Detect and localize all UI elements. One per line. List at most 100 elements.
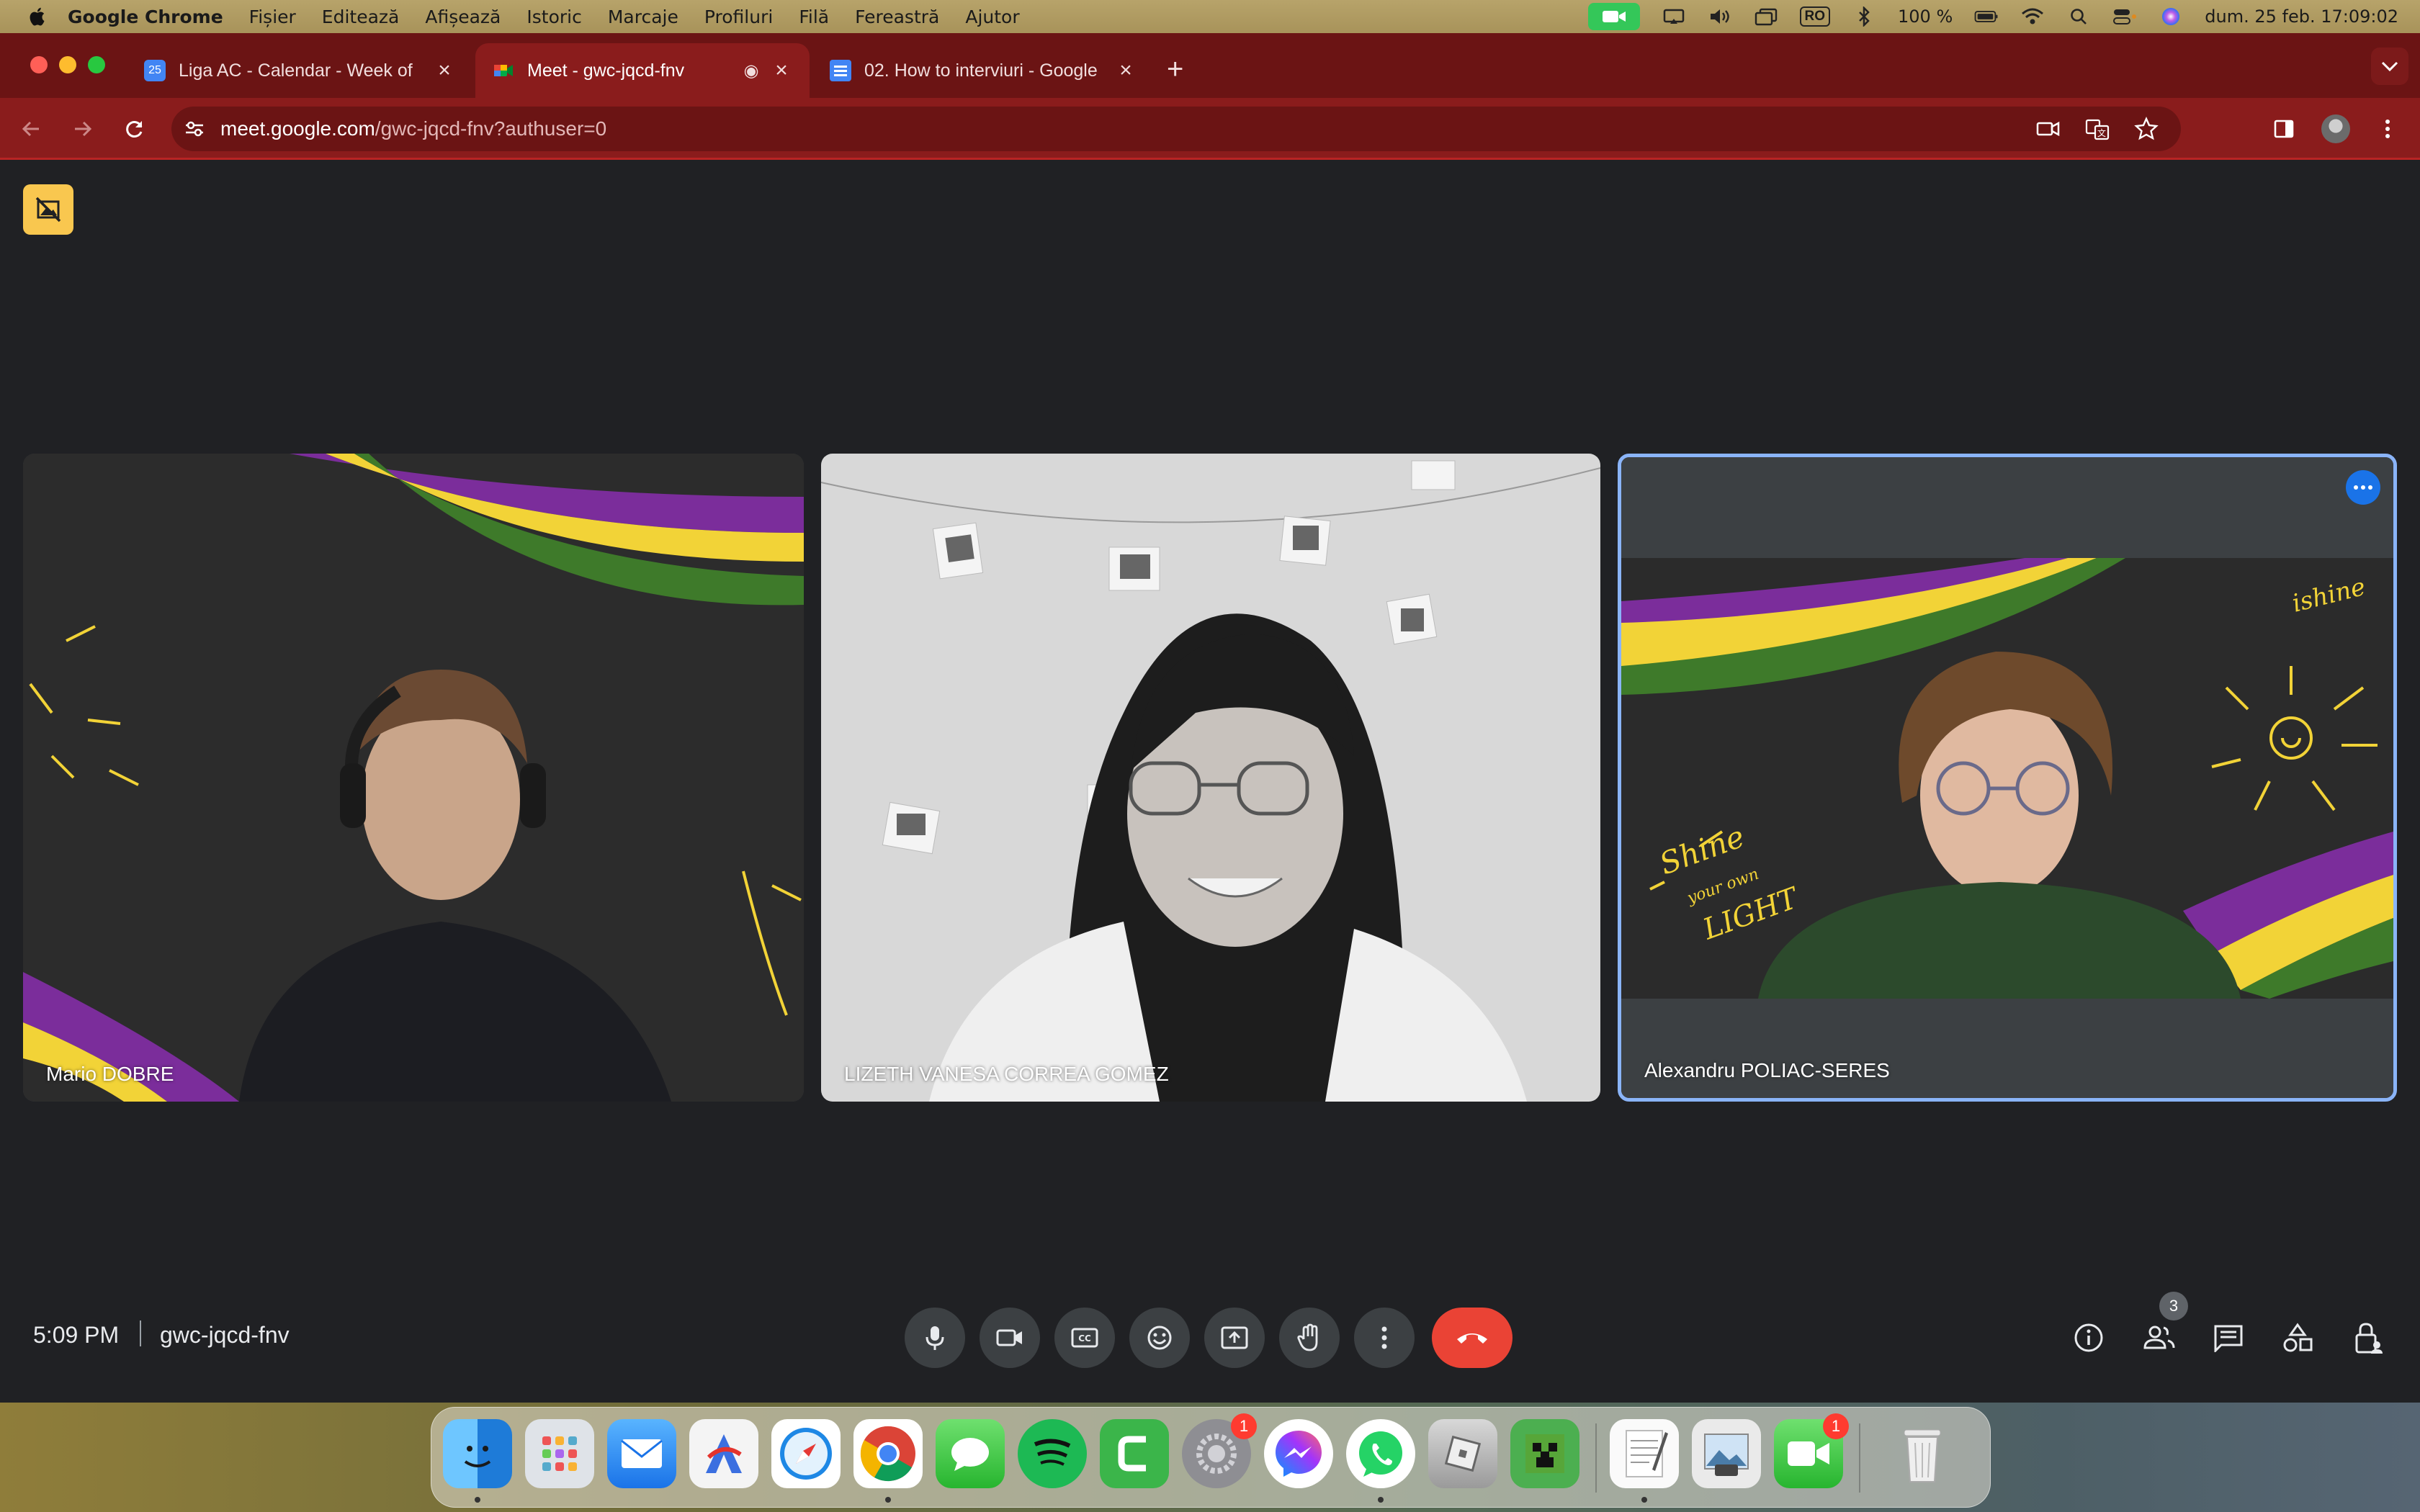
tab-search-button[interactable]	[2371, 48, 2408, 85]
wifi-icon[interactable]	[2020, 6, 2045, 27]
present-screen-button[interactable]	[1204, 1308, 1265, 1368]
menu-window[interactable]: Fereastră	[855, 6, 939, 27]
zoom-window-button[interactable]	[88, 56, 105, 73]
safari-icon[interactable]	[771, 1419, 841, 1488]
tab-title: Liga AC - Calendar - Week of	[179, 60, 413, 81]
tab-docs[interactable]: 02. How to interviuri - Google ×	[812, 43, 1154, 98]
close-tab-icon[interactable]: ×	[1115, 58, 1137, 83]
reactions-button[interactable]	[1129, 1308, 1190, 1368]
whatsapp-icon[interactable]	[1346, 1419, 1415, 1488]
notification-badge: 1	[1231, 1413, 1257, 1439]
participant-tile-mario[interactable]: Mario DOBRE	[23, 454, 804, 1102]
meet-control-bar: 5:09 PM gwc-jqcd-fnv CC 3	[0, 1292, 2420, 1371]
tab-calendar[interactable]: 25 Liga AC - Calendar - Week of ×	[127, 43, 472, 98]
camera-in-use-icon[interactable]	[1587, 3, 1640, 30]
calendar-icon: 25	[144, 60, 166, 81]
roblox-icon[interactable]	[1428, 1419, 1497, 1488]
launchpad-icon[interactable]	[525, 1419, 594, 1488]
menu-tab[interactable]: Filă	[799, 6, 829, 27]
chat-button[interactable]	[2205, 1315, 2251, 1361]
menu-history[interactable]: Istoric	[526, 6, 581, 27]
leave-call-button[interactable]	[1432, 1308, 1512, 1368]
side-panel-icon[interactable]	[2266, 111, 2302, 147]
menu-file[interactable]: Fișier	[249, 6, 296, 27]
close-tab-icon[interactable]: ×	[771, 58, 792, 83]
people-button[interactable]	[2136, 1315, 2182, 1361]
people-count-badge: 3	[2159, 1292, 2188, 1320]
close-tab-icon[interactable]: ×	[434, 58, 455, 83]
textedit-icon[interactable]	[1610, 1419, 1679, 1488]
running-indicator	[885, 1497, 891, 1503]
tab-meet[interactable]: Meet - gwc-jqcd-fnv ◉ ×	[475, 43, 810, 98]
participant-name: LIZETH VANESA CORREA GOMEZ	[844, 1063, 1169, 1085]
meeting-code: gwc-jqcd-fnv	[160, 1322, 290, 1348]
notification-badge: 1	[1823, 1413, 1849, 1439]
apple-logo-icon[interactable]	[27, 6, 49, 27]
background-effects-button[interactable]	[23, 184, 73, 235]
running-indicator	[475, 1497, 480, 1503]
host-controls-button[interactable]	[2345, 1315, 2391, 1361]
close-window-button[interactable]	[30, 56, 48, 73]
spotlight-search-icon[interactable]	[2066, 6, 2091, 27]
reload-button[interactable]	[117, 111, 153, 147]
dock-divider	[1859, 1423, 1860, 1493]
finder-icon[interactable]	[443, 1419, 512, 1488]
participant-tile-lizeth[interactable]: LIZETH VANESA CORREA GOMEZ	[821, 454, 1600, 1102]
more-options-button[interactable]	[1354, 1308, 1415, 1368]
site-info-icon[interactable]	[180, 114, 209, 143]
battery-icon[interactable]	[1974, 6, 1999, 27]
address-bar[interactable]: meet.google.com/gwc-jqcd-fnv?authuser=0 …	[171, 107, 2181, 151]
chrome-icon[interactable]	[853, 1419, 923, 1488]
svg-text:CC: CC	[1078, 1333, 1091, 1344]
messages-icon[interactable]	[936, 1419, 1005, 1488]
new-tab-button[interactable]: +	[1167, 53, 1183, 86]
stage-manager-icon[interactable]	[1754, 6, 1778, 27]
captions-button[interactable]: CC	[1054, 1308, 1115, 1368]
screen-mirroring-icon[interactable]	[1662, 6, 1686, 27]
input-source-badge[interactable]: RO	[1799, 6, 1830, 27]
camera-button[interactable]	[980, 1308, 1040, 1368]
closed-captions-icon: CC	[1071, 1328, 1098, 1348]
meet-icon	[493, 60, 514, 81]
microphone-button[interactable]	[905, 1308, 965, 1368]
settings-icon[interactable]: 1	[1182, 1413, 1257, 1488]
menu-view[interactable]: Afișează	[425, 6, 501, 27]
control-center-icon[interactable]	[2112, 6, 2137, 27]
spotify-icon[interactable]	[1018, 1419, 1087, 1488]
back-button[interactable]	[13, 111, 49, 147]
trash-icon[interactable]	[1888, 1419, 1957, 1488]
participant-more-options-button[interactable]	[2346, 470, 2380, 505]
preview-icon[interactable]	[1692, 1419, 1761, 1488]
menu-bookmarks[interactable]: Marcaje	[608, 6, 678, 27]
menu-edit[interactable]: Editează	[322, 6, 400, 27]
volume-icon[interactable]	[1708, 6, 1732, 27]
messenger-icon[interactable]	[1264, 1419, 1333, 1488]
bluetooth-icon[interactable]	[1852, 6, 1876, 27]
camera-permission-icon[interactable]	[2035, 114, 2061, 147]
menu-bar-clock[interactable]: dum. 25 feb. 17:09:02	[2205, 6, 2398, 27]
siri-icon[interactable]	[2159, 6, 2183, 27]
minimize-window-button[interactable]	[59, 56, 76, 73]
menu-profiles[interactable]: Profiluri	[704, 6, 773, 27]
facetime-icon[interactable]: 1	[1774, 1413, 1849, 1488]
activities-button[interactable]	[2275, 1315, 2321, 1361]
raise-hand-button[interactable]	[1279, 1308, 1340, 1368]
profile-avatar[interactable]	[2318, 111, 2354, 147]
minecraft-icon[interactable]	[1510, 1419, 1579, 1488]
meeting-time: 5:09 PM	[33, 1322, 120, 1348]
participant-tile-alexandru[interactable]: Shine your own LIGHT ishine Alexandru PO…	[1618, 454, 2397, 1102]
artstudio-icon[interactable]	[689, 1419, 758, 1488]
url-path: /gwc-jqcd-fnv?authuser=0	[375, 117, 607, 140]
mail-icon[interactable]	[607, 1419, 676, 1488]
chrome-menu-icon[interactable]	[2370, 111, 2406, 147]
translate-icon[interactable]: 文	[2084, 114, 2110, 147]
running-indicator	[1378, 1497, 1384, 1503]
divider	[140, 1320, 141, 1346]
menu-app-name[interactable]: Google Chrome	[68, 6, 223, 27]
meeting-details-button[interactable]	[2066, 1315, 2112, 1361]
camtasia-icon[interactable]	[1100, 1419, 1169, 1488]
forward-button[interactable]	[65, 111, 101, 147]
lock-person-icon	[2355, 1323, 2383, 1354]
menu-help[interactable]: Ajutor	[965, 6, 1019, 27]
bookmark-star-icon[interactable]	[2133, 114, 2159, 147]
